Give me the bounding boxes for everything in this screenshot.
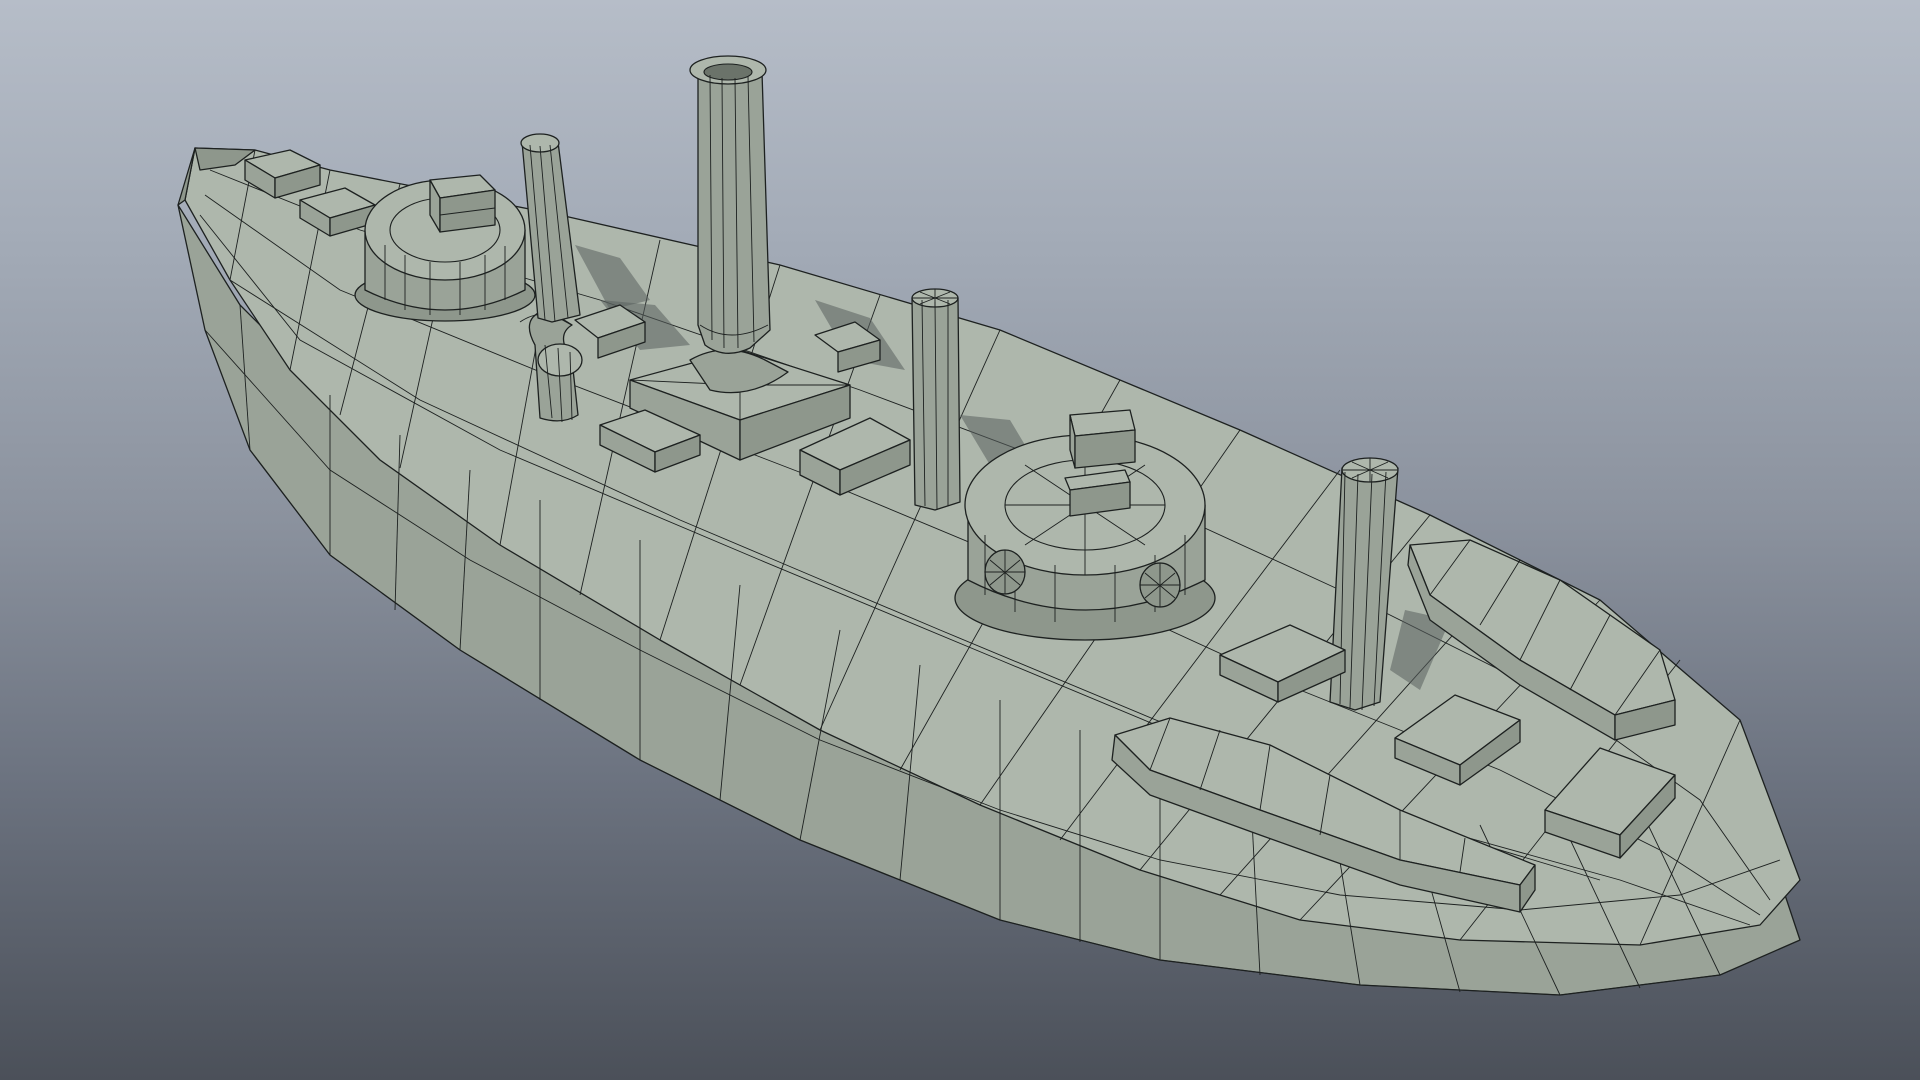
rear-turret-hatch bbox=[429, 174, 496, 233]
forward-turret-gun-port-left bbox=[984, 549, 1026, 595]
mast-mid[interactable] bbox=[911, 288, 961, 511]
ship-model[interactable] bbox=[0, 0, 1920, 1080]
forward-turret-gun-port-right bbox=[1139, 562, 1181, 608]
3d-viewport[interactable] bbox=[0, 0, 1920, 1080]
forward-turret-hatch bbox=[1064, 409, 1136, 517]
